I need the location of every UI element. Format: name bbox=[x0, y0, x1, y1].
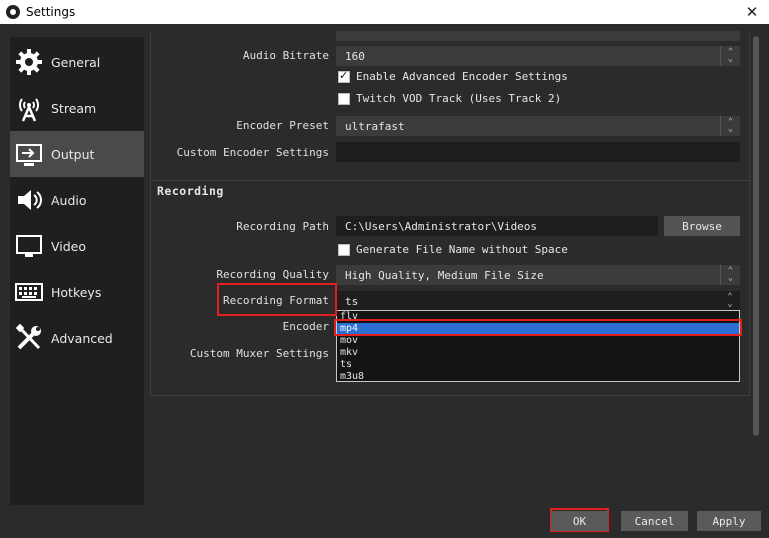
enable-advanced-label: Enable Advanced Encoder Settings bbox=[356, 70, 568, 83]
monitor-output-icon bbox=[12, 137, 46, 171]
sidebar-item-stream[interactable]: Stream bbox=[10, 85, 144, 131]
sidebar-item-label: Stream bbox=[51, 100, 97, 116]
encoder-label: Encoder bbox=[282, 320, 329, 333]
encoder-preset-label: Encoder Preset bbox=[236, 119, 329, 132]
twitch-vod-label: Twitch VOD Track (Uses Track 2) bbox=[356, 92, 562, 105]
recording-path-value: C:\Users\Administrator\Videos bbox=[345, 219, 538, 233]
custom-muxer-label: Custom Muxer Settings bbox=[189, 347, 329, 360]
spinner-icon: ⌃ ⌄ bbox=[720, 46, 740, 66]
sidebar-item-output[interactable]: Output bbox=[10, 131, 144, 177]
recording-format-select[interactable]: ts ⌃ ⌄ bbox=[336, 291, 740, 311]
output-settings-panel: Audio Bitrate 160 ⌃⌄ Enable Advanced Enc… bbox=[150, 31, 750, 505]
sidebar-item-label: Output bbox=[51, 146, 95, 162]
spinner-icon: ⌃ ⌄ bbox=[720, 116, 740, 136]
speaker-icon bbox=[12, 183, 46, 217]
broadcast-icon bbox=[12, 91, 46, 125]
recording-group-title: Recording bbox=[157, 184, 224, 198]
recording-format-dropdown[interactable]: flv mp4 mov mkv ts m3u8 bbox=[336, 310, 740, 382]
obs-logo-icon bbox=[6, 5, 20, 19]
sidebar-item-label: Advanced bbox=[51, 330, 113, 346]
sidebar-item-general[interactable]: General bbox=[10, 39, 144, 85]
recording-format-value: ts bbox=[345, 294, 359, 308]
apply-button[interactable]: Apply bbox=[697, 511, 761, 531]
scrollbar-thumb[interactable] bbox=[753, 36, 759, 436]
scrolled-field[interactable] bbox=[336, 31, 740, 41]
title-bar: Settings ✕ bbox=[0, 0, 769, 24]
keyboard-icon bbox=[12, 275, 46, 309]
ok-button[interactable]: OK bbox=[551, 511, 608, 531]
custom-encoder-input[interactable] bbox=[336, 142, 740, 162]
sidebar-item-label: General bbox=[51, 54, 101, 70]
checkbox-icon bbox=[338, 243, 350, 256]
encoder-preset-value: ultrafast bbox=[345, 119, 405, 133]
audio-bitrate-value: 160 bbox=[345, 49, 365, 63]
monitor-icon bbox=[12, 229, 46, 263]
twitch-vod-checkbox[interactable]: Twitch VOD Track (Uses Track 2) bbox=[338, 92, 561, 105]
vertical-scrollbar[interactable] bbox=[752, 26, 760, 438]
format-option-mov[interactable]: mov bbox=[337, 335, 739, 347]
recording-quality-select[interactable]: High Quality, Medium File Size ⌃ ⌄ bbox=[336, 265, 740, 285]
checkbox-icon bbox=[338, 69, 350, 83]
format-option-mkv[interactable]: mkv bbox=[337, 347, 739, 359]
sidebar-item-label: Video bbox=[51, 238, 87, 254]
cancel-button[interactable]: Cancel bbox=[621, 511, 688, 531]
recording-path-label: Recording Path bbox=[236, 220, 329, 233]
custom-encoder-label: Custom Encoder Settings bbox=[176, 146, 329, 159]
close-icon[interactable]: ✕ bbox=[743, 3, 761, 21]
sidebar-item-advanced[interactable]: Advanced bbox=[10, 315, 144, 361]
format-option-flv[interactable]: flv bbox=[337, 311, 739, 323]
sidebar-item-video[interactable]: Video bbox=[10, 223, 144, 269]
sidebar-item-label: Hotkeys bbox=[51, 284, 102, 300]
gear-icon bbox=[12, 45, 46, 79]
format-option-mp4[interactable]: mp4 bbox=[337, 323, 739, 335]
browse-button[interactable]: Browse bbox=[664, 216, 740, 236]
audio-bitrate-label: Audio Bitrate bbox=[242, 49, 329, 62]
settings-sidebar: General Stream Output Audio Video Hotkey… bbox=[10, 37, 144, 505]
format-option-m3u8[interactable]: m3u8 bbox=[337, 371, 739, 383]
sidebar-item-label: Audio bbox=[51, 192, 87, 208]
recording-quality-label: Recording Quality bbox=[216, 268, 329, 281]
encoder-preset-select[interactable]: ultrafast ⌃ ⌄ bbox=[336, 116, 740, 136]
format-option-ts[interactable]: ts bbox=[337, 359, 739, 371]
window-title: Settings bbox=[26, 5, 76, 19]
recording-format-label: Recording Format bbox=[223, 294, 329, 307]
recording-quality-value: High Quality, Medium File Size bbox=[345, 268, 544, 282]
sidebar-item-audio[interactable]: Audio bbox=[10, 177, 144, 223]
spinner-icon: ⌃ ⌄ bbox=[727, 292, 733, 309]
tools-icon bbox=[12, 321, 46, 355]
audio-bitrate-select[interactable]: 160 ⌃ ⌄ bbox=[336, 46, 740, 66]
spinner-icon: ⌃ ⌄ bbox=[720, 265, 740, 285]
recording-path-input[interactable]: C:\Users\Administrator\Videos bbox=[336, 216, 658, 236]
sidebar-item-hotkeys[interactable]: Hotkeys bbox=[10, 269, 144, 315]
enable-advanced-encoder-checkbox[interactable]: Enable Advanced Encoder Settings bbox=[338, 69, 568, 83]
checkbox-icon bbox=[338, 92, 350, 105]
generate-file-name-checkbox[interactable]: Generate File Name without Space bbox=[338, 243, 568, 256]
generate-file-name-label: Generate File Name without Space bbox=[356, 243, 568, 256]
